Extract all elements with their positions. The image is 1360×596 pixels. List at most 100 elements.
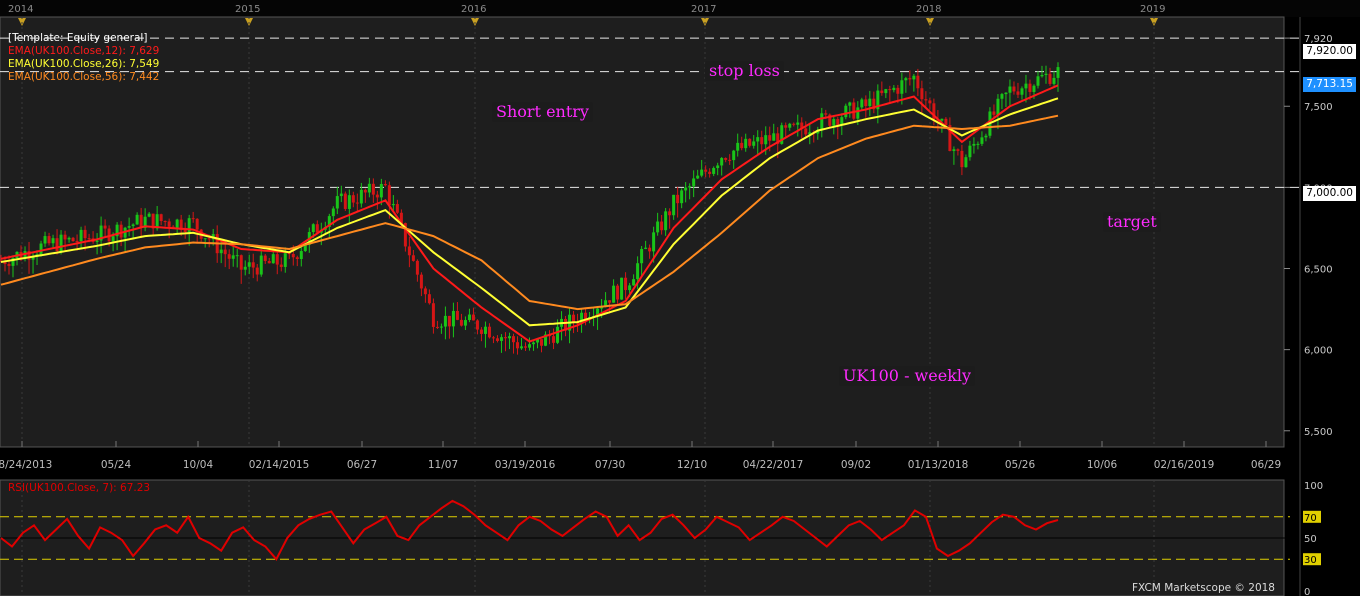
candle-body	[423, 288, 427, 295]
candle-body	[928, 100, 932, 104]
candle-body	[103, 225, 107, 229]
candle-body	[668, 211, 672, 216]
candle-body	[844, 105, 848, 118]
candle-body	[952, 149, 956, 151]
candle-body	[608, 300, 612, 303]
candle-body	[223, 249, 227, 255]
candle-body	[912, 75, 916, 80]
x-tick-label: 12/10	[677, 459, 707, 471]
candle-body	[888, 89, 892, 91]
candle-body	[339, 193, 343, 197]
candle-body	[820, 113, 824, 130]
candle-body	[183, 229, 187, 233]
candle-body	[439, 326, 443, 328]
candle-body	[628, 285, 632, 291]
candle-body	[467, 314, 471, 321]
candle-body	[63, 234, 67, 240]
candle-body	[956, 149, 960, 151]
candle-body	[139, 214, 143, 228]
candle-body	[163, 221, 167, 223]
candle-body	[95, 240, 99, 242]
candle-body	[447, 315, 451, 327]
short-entry-annotation: Short entry	[492, 102, 593, 122]
candle-body	[728, 159, 732, 161]
candle-body	[375, 194, 379, 198]
candle-body	[411, 255, 415, 261]
candle-body	[532, 342, 536, 345]
candle-body	[387, 185, 391, 206]
candle-body	[616, 285, 620, 300]
candle-body	[75, 241, 79, 243]
candle-body	[111, 236, 115, 242]
candle-body	[1048, 73, 1052, 84]
candle-body	[896, 87, 900, 94]
candle-body	[499, 337, 503, 341]
candle-body	[740, 142, 744, 149]
x-tick-label: 10/04	[183, 459, 214, 471]
candle-body	[131, 224, 135, 227]
candle-body	[207, 238, 211, 240]
candle-body	[836, 119, 840, 126]
candle-body	[940, 118, 944, 121]
template-label: [Template: Equity general]	[8, 32, 148, 44]
candle-body	[640, 248, 644, 264]
candle-body	[624, 277, 628, 291]
candle-body	[944, 118, 948, 126]
candle-body	[676, 194, 680, 204]
x-tick-label: 08/24/2013	[0, 459, 52, 471]
candle-body	[704, 169, 708, 172]
target-level-tag: 7,000.00	[1303, 186, 1356, 201]
candle-body	[191, 218, 195, 220]
candle-body	[772, 133, 776, 141]
candle-body	[195, 218, 199, 230]
candle-body	[235, 255, 239, 257]
candle-body	[43, 236, 47, 244]
candle-body	[59, 234, 63, 252]
candle-body	[159, 214, 163, 222]
candle-body	[87, 238, 91, 240]
candle-body	[515, 342, 519, 349]
candle-body	[796, 122, 800, 125]
candle-body	[556, 326, 560, 343]
rsi-tick-label: 30	[1304, 555, 1317, 566]
candle-body	[632, 279, 636, 286]
candle-body	[519, 346, 523, 349]
candle-body	[383, 183, 387, 186]
y-tick-label: 6,000	[1304, 346, 1333, 357]
candle-body	[612, 285, 616, 303]
candle-body	[744, 138, 748, 149]
rsi-tick-label: 50	[1304, 534, 1317, 545]
candle-body	[503, 337, 507, 339]
candle-body	[760, 137, 764, 145]
candle-body	[119, 224, 123, 238]
candle-body	[315, 224, 319, 233]
candle-body	[51, 238, 55, 244]
x-tick-label: 04/22/2017	[743, 459, 804, 471]
candle-body	[712, 168, 716, 174]
candle-body	[335, 196, 339, 209]
x-tick-label: 10/06	[1087, 459, 1118, 471]
candle-body	[832, 119, 836, 126]
ema56-legend: EMA(UK100.Close,56): 7,442	[8, 71, 160, 83]
x-tick-label: 01/13/2018	[908, 459, 969, 471]
candle-body	[459, 319, 463, 326]
candle-body	[652, 232, 656, 252]
candle-body	[311, 224, 315, 233]
candle-body	[79, 229, 83, 242]
y-tick-label: 5,500	[1304, 427, 1333, 438]
candle-body	[984, 135, 988, 138]
candle-body	[648, 247, 652, 252]
candle-body	[1012, 86, 1016, 92]
candle-body	[748, 138, 752, 146]
x-tick-label: 02/14/2015	[249, 459, 310, 471]
candle-body	[483, 326, 487, 334]
year-label-2014: 2014	[8, 4, 33, 15]
chart-canvas[interactable]: 2014201520162017201820197,9207,5007,0006…	[0, 0, 1360, 596]
candle-body	[692, 178, 696, 187]
rsi-tick-label: 70	[1304, 513, 1317, 524]
year-label-2016: 2016	[461, 4, 486, 15]
candle-body	[792, 123, 796, 125]
candle-body	[864, 99, 868, 107]
candle-body	[431, 303, 435, 327]
candle-body	[135, 214, 139, 225]
